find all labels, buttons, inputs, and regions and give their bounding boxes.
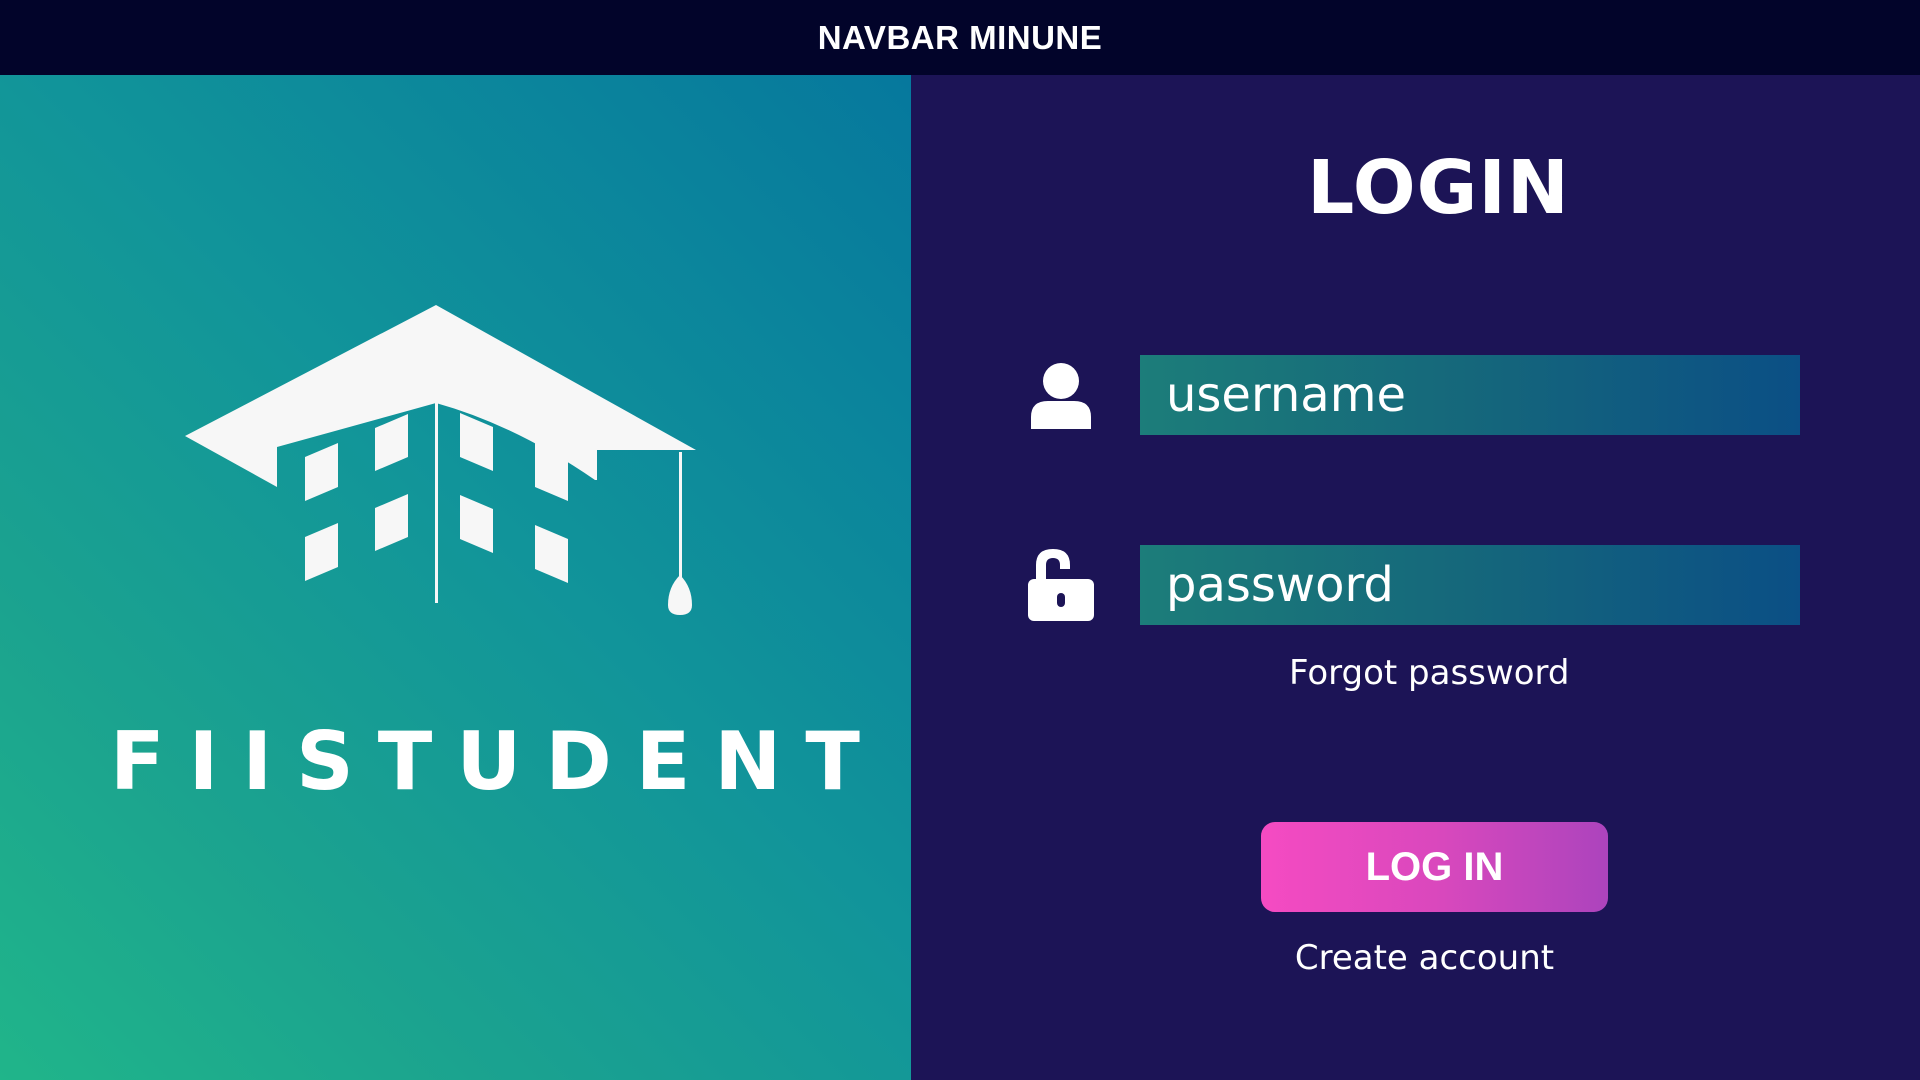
- username-input[interactable]: [1140, 355, 1800, 435]
- forgot-password-link[interactable]: Forgot password: [1289, 653, 1920, 693]
- login-heading: LOGIN: [1307, 145, 1570, 231]
- login-panel: LOGIN Forgot password LOG IN Create acco…: [911, 75, 1920, 1080]
- navbar-title: NAVBAR MINUNE: [817, 18, 1103, 56]
- username-row: [911, 355, 1920, 435]
- navbar: NAVBAR MINUNE: [0, 0, 1920, 75]
- brand-panel: FIISTUDENT: [0, 75, 911, 1080]
- password-row: [911, 545, 1920, 625]
- login-button[interactable]: LOG IN: [1261, 822, 1608, 912]
- user-icon: [1031, 363, 1091, 429]
- unlock-icon: [1028, 549, 1094, 621]
- create-account-link[interactable]: Create account: [911, 938, 1920, 978]
- brand-name: FIISTUDENT: [110, 715, 884, 808]
- password-input[interactable]: [1140, 545, 1800, 625]
- graduation-cap-building-logo: [185, 305, 696, 615]
